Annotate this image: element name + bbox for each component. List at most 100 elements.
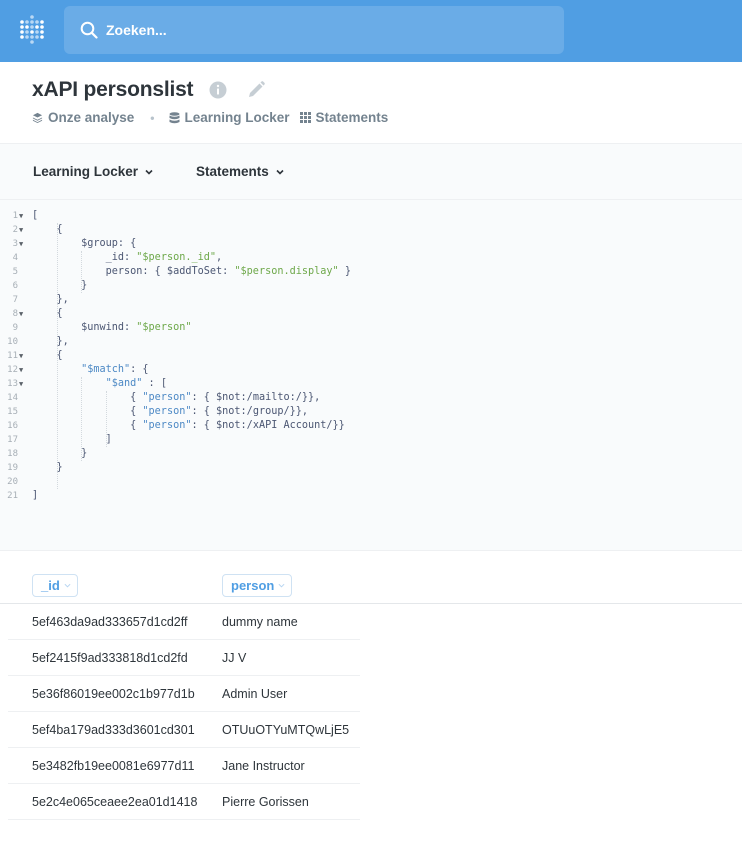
line-number: 9: [12, 323, 18, 333]
code-line: { "person": { $not:/group/}},: [32, 406, 309, 417]
line-number: 11: [7, 351, 18, 361]
code-line: [: [32, 210, 39, 221]
line-number: 21: [7, 491, 18, 501]
table-selector-label: Statements: [196, 164, 269, 179]
column-header-person[interactable]: person: [222, 574, 293, 597]
code-line: }: [32, 280, 88, 291]
fold-arrow-icon[interactable]: ▼: [19, 349, 23, 363]
cell-id[interactable]: 5e36f86019ee002c1b977d1b: [32, 687, 195, 701]
code-line: },: [32, 336, 69, 347]
breadcrumb-table[interactable]: Statements: [299, 110, 389, 125]
line-number: 16: [7, 421, 18, 431]
page-title: xAPI personslist: [32, 78, 194, 101]
cell-id[interactable]: 5ef463da9ad333657d1cd2ff: [32, 615, 187, 629]
code-line: }: [32, 462, 63, 473]
line-number: 20: [7, 477, 18, 487]
code-line: ]: [32, 434, 112, 445]
table-row: 5ef4ba179ad333d3601cd301 OTUuOTYuMTQwLjE…: [8, 712, 360, 748]
line-number: 14: [7, 393, 18, 403]
code-line: }: [32, 448, 88, 459]
line-number: 5: [12, 267, 18, 277]
database-selector-label: Learning Locker: [33, 164, 139, 179]
native-query-editor[interactable]: 1 ▼ 2 ▼ 3 ▼ 4 5 6 7 8 ▼ 9 10 11 ▼ 12 ▼ 13 ▼ 14 15 16 17 18 19 20 21…: [0, 200, 742, 551]
line-number: 3: [12, 239, 18, 249]
code-line: "$match": {: [81, 364, 149, 375]
table-row: 5ef463da9ad333657d1cd2ff dummy name: [8, 604, 360, 640]
cell-person[interactable]: Jane Instructor: [222, 759, 305, 773]
code-line: {: [32, 308, 63, 319]
cell-person[interactable]: Pierre Gorissen: [222, 795, 309, 809]
breadcrumb-collection-label: Onze analyse: [48, 110, 135, 125]
line-number: 19: [7, 463, 18, 473]
table-row: 5ef2415f9ad333818d1cd2fd JJ V: [8, 640, 360, 676]
chevron-down-icon: [64, 583, 71, 588]
line-number: 8: [12, 309, 18, 319]
question-header: xAPI personslist Onze analyse • Learning…: [0, 62, 742, 144]
breadcrumb-table-label: Statements: [315, 110, 389, 125]
column-header-person-label: person: [231, 578, 275, 593]
table-row: 5e3482fb19ee0081e6977d11 Jane Instructor: [8, 748, 360, 784]
code-line: { "person": { $not:/xAPI Account/}}: [32, 420, 345, 431]
breadcrumb-separator: •: [150, 110, 155, 125]
cell-person[interactable]: Admin User: [222, 687, 287, 701]
cell-person[interactable]: JJ V: [222, 651, 246, 665]
code-line: person: { $addToSet: "$person.display" }: [32, 266, 351, 277]
fold-arrow-icon[interactable]: ▼: [19, 307, 23, 321]
fold-arrow-icon[interactable]: ▼: [19, 209, 23, 223]
cell-id[interactable]: 5e3482fb19ee0081e6977d11: [32, 759, 194, 773]
fold-arrow-icon[interactable]: ▼: [19, 237, 23, 251]
line-number: 4: [12, 253, 18, 263]
search-bar[interactable]: Zoeken...: [64, 6, 564, 54]
line-number: 18: [7, 449, 18, 459]
line-number: 15: [7, 407, 18, 417]
line-number: 12: [7, 365, 18, 375]
table-selector[interactable]: Statements: [196, 164, 285, 179]
code-line: "$and" : [: [105, 378, 167, 389]
table-row: 5e36f86019ee002c1b977d1b Admin User: [8, 676, 360, 712]
database-selector[interactable]: Learning Locker: [33, 164, 154, 179]
breadcrumb-database-label: Learning Locker: [184, 110, 290, 125]
breadcrumb-database[interactable]: Learning Locker: [169, 110, 290, 125]
cell-person[interactable]: OTUuOTYuMTQwLjE5: [222, 723, 349, 737]
breadcrumb: Onze analyse • Learning Locker Statement…: [32, 110, 388, 125]
line-number: 2: [12, 225, 18, 235]
code-line: {: [32, 350, 63, 361]
line-number: 17: [7, 435, 18, 445]
code-line: _id: "$person._id",: [32, 252, 223, 263]
cell-id[interactable]: 5e2c4e065ceaee2ea01d1418: [32, 795, 197, 809]
metabase-logo-icon[interactable]: [19, 14, 45, 46]
line-number: 6: [12, 281, 18, 291]
code-line: $unwind: "$person": [32, 322, 192, 333]
search-input[interactable]: Zoeken...: [106, 22, 167, 38]
data-source-selector-bar: Learning Locker Statements: [0, 144, 742, 200]
cell-person[interactable]: dummy name: [222, 615, 298, 629]
code-line: },: [32, 294, 69, 305]
chevron-down-icon: [145, 169, 153, 175]
collection-layers-icon: [32, 112, 43, 123]
code-line: { "person": { $not:/mailto:/}},: [32, 392, 321, 403]
info-icon[interactable]: [209, 81, 227, 99]
line-number: 1: [12, 211, 18, 221]
code-line: ]: [32, 490, 39, 501]
line-number: 10: [7, 337, 18, 347]
line-number: 7: [12, 295, 18, 305]
chevron-down-icon: [276, 169, 284, 175]
line-number: 13: [7, 379, 18, 389]
database-icon: [169, 111, 179, 123]
search-icon: [80, 21, 98, 39]
fold-arrow-icon[interactable]: ▼: [19, 377, 23, 391]
column-header-id[interactable]: _id: [32, 574, 78, 597]
table-grid-icon: [299, 112, 311, 123]
column-header-id-label: _id: [41, 578, 60, 593]
breadcrumb-collection[interactable]: Onze analyse: [32, 110, 134, 125]
edit-pencil-icon[interactable]: [246, 80, 266, 100]
code-line: {: [32, 224, 63, 235]
results-table-header: _id person: [0, 571, 742, 604]
fold-arrow-icon[interactable]: ▼: [19, 223, 23, 237]
cell-id[interactable]: 5ef2415f9ad333818d1cd2fd: [32, 651, 188, 665]
editor-gutter: 1 ▼ 2 ▼ 3 ▼ 4 5 6 7 8 ▼ 9 10 11 ▼ 12 ▼ 13 ▼ 14 15 16 17 18 19 20 21: [0, 200, 30, 551]
fold-arrow-icon[interactable]: ▼: [19, 363, 23, 377]
top-navigation-bar: Zoeken...: [0, 0, 742, 62]
chevron-down-icon: [278, 583, 285, 588]
cell-id[interactable]: 5ef4ba179ad333d3601cd301: [32, 723, 195, 737]
